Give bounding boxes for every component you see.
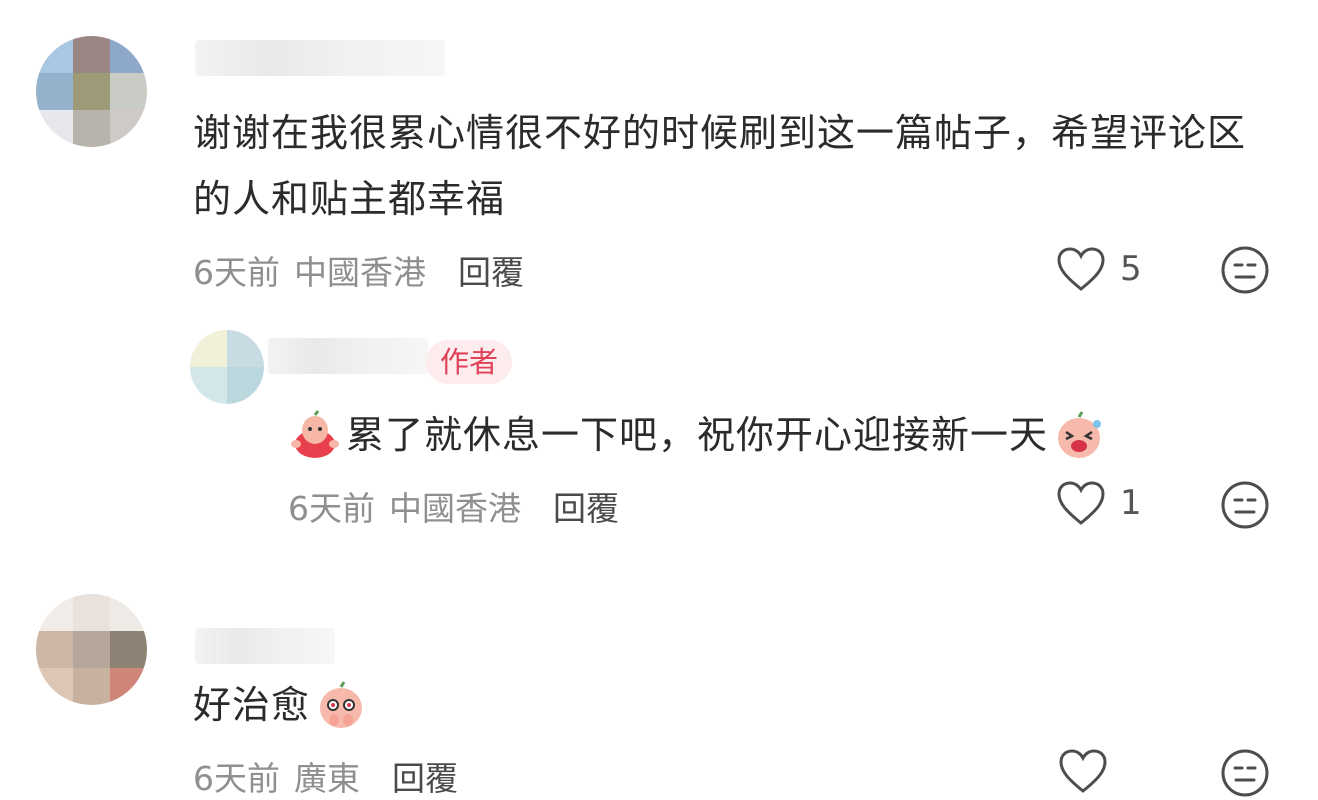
like-button[interactable]: 1 — [1056, 480, 1142, 526]
author-badge: 作者 — [426, 340, 513, 384]
comment-location: 中國香港 — [294, 253, 426, 292]
comment-2-reply: 作者 累了就休息一下吧，祝你开心迎接新一天 6天前 中國香港 回覆 1 — [0, 310, 1318, 560]
comment-3: 好治愈 6天前 廣東 回覆 — [0, 580, 1318, 798]
like-button[interactable] — [1058, 748, 1122, 794]
peach-character-sticker — [288, 408, 342, 462]
comment-location: 廣東 — [294, 759, 360, 798]
avatar[interactable] — [190, 330, 264, 404]
username[interactable] — [195, 628, 335, 664]
neutral-face-icon[interactable] — [1220, 480, 1270, 530]
like-button[interactable]: 5 — [1056, 246, 1142, 292]
reply-button[interactable]: 回覆 — [553, 482, 619, 530]
comment-text: 谢谢在我很累心情很不好的时候刷到这一篇帖子，希望评论区的人和贴主都幸福 — [193, 111, 1247, 221]
comment-meta: 6天前 中國香港 回覆 — [288, 482, 619, 530]
like-count: 1 — [1120, 483, 1142, 523]
comment-time: 6天前 — [193, 759, 280, 798]
neutral-face-icon[interactable] — [1220, 245, 1270, 295]
username[interactable] — [268, 338, 428, 374]
comment-meta: 6天前 中國香港 回覆 — [193, 246, 524, 294]
comment-text: 累了就休息一下吧，祝你开心迎接新一天 — [346, 413, 1049, 457]
comment-location: 中國香港 — [389, 489, 521, 528]
like-count: 5 — [1120, 249, 1142, 289]
username[interactable] — [195, 40, 445, 76]
comment-text-row: 累了就休息一下吧，祝你开心迎接新一天 — [288, 402, 1106, 468]
avatar[interactable] — [36, 36, 147, 147]
comment-1: 谢谢在我很累心情很不好的时候刷到这一篇帖子，希望评论区的人和贴主都幸福 6天前 … — [0, 0, 1318, 310]
comment-text-row: 好治愈 — [193, 672, 368, 738]
heart-outline-icon — [1056, 246, 1106, 292]
neutral-face-icon[interactable] — [1220, 748, 1270, 798]
comment-meta: 6天前 廣東 回覆 — [193, 752, 458, 800]
peach-laughing-sticker — [1052, 408, 1106, 462]
comment-time: 6天前 — [288, 489, 375, 528]
reply-button[interactable]: 回覆 — [458, 246, 524, 294]
heart-outline-icon — [1056, 480, 1106, 526]
avatar[interactable] — [36, 594, 147, 705]
heart-outline-icon — [1058, 748, 1108, 794]
reply-button[interactable]: 回覆 — [392, 752, 458, 800]
comment-time: 6天前 — [193, 253, 280, 292]
comment-text: 好治愈 — [193, 683, 311, 727]
peach-touched-sticker — [314, 678, 368, 732]
